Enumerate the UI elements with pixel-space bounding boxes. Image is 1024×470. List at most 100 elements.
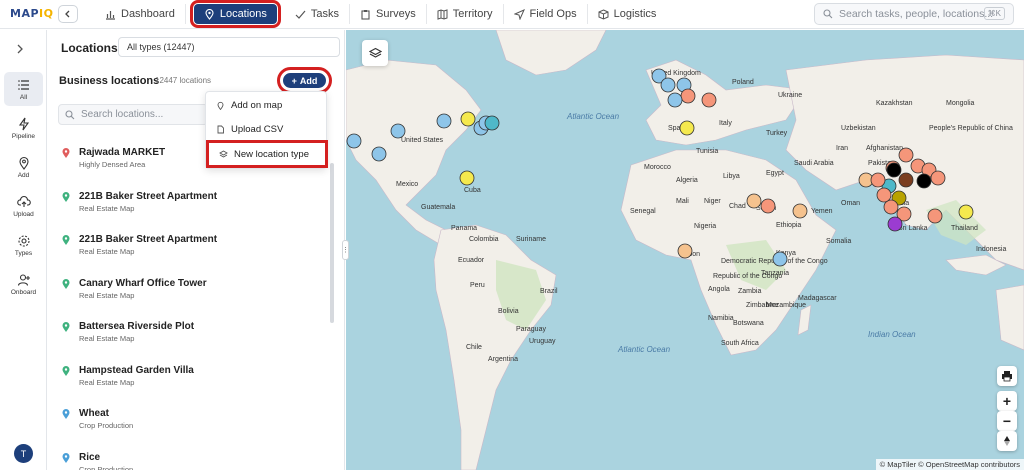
location-list-item[interactable]: 221B Baker Street Apartment Real Estate M… [62,234,312,264]
location-count: 12447 locations [155,76,212,85]
location-list-item[interactable]: Wheat Crop Production [62,408,312,438]
location-marker[interactable] [772,251,788,267]
rail-item-upload[interactable]: Upload [4,189,43,223]
location-marker[interactable] [958,204,974,220]
nav-surveys[interactable]: Surveys [350,4,427,24]
print-button[interactable] [997,366,1017,386]
pin-icon [62,191,70,202]
nav-tasks[interactable]: Tasks [285,4,351,24]
location-type: Real Estate Map [79,290,135,300]
location-marker[interactable] [680,88,696,104]
nav-locations[interactable]: Locations [189,0,281,28]
location-marker[interactable] [930,170,946,186]
type-filter-select[interactable]: All types (12447) [118,37,340,57]
location-list-item[interactable]: Battersea Riverside Plot Real Estate Map [62,321,312,351]
menu-item-label: Add on map [231,99,283,111]
location-marker[interactable] [887,216,903,232]
nav-logistics[interactable]: Logistics [588,4,667,24]
location-marker[interactable] [792,203,808,219]
map-icon [437,8,448,20]
location-marker[interactable] [927,208,943,224]
location-marker[interactable] [677,243,693,259]
location-marker[interactable] [484,115,500,131]
nav-label: Tasks [310,8,340,20]
location-type: Real Estate Map [79,247,135,256]
check-icon [295,10,306,19]
pin-icon [62,148,70,158]
location-marker[interactable] [870,172,886,188]
location-marker[interactable] [898,147,914,163]
zoom-in-button[interactable]: + [997,391,1017,411]
location-search-input[interactable]: Search locations... [58,104,208,125]
location-marker[interactable] [883,199,899,215]
nav-dashboard[interactable]: Dashboard [95,4,186,24]
location-name: Wheat [79,408,109,419]
panel-resize-handle[interactable]: ⋮ [342,240,349,260]
panel-title: Locations [61,41,118,55]
pin-icon [62,322,70,332]
location-list-item[interactable]: Rice Crop Production [62,452,312,470]
rail-item-onboard[interactable]: Onboard [4,267,43,301]
layers-icon [219,149,228,158]
nav-label: Field Ops [529,8,577,20]
location-marker[interactable] [371,146,387,162]
location-marker[interactable] [390,123,406,139]
location-type: Crop Production [79,464,134,470]
location-marker[interactable] [436,113,452,129]
pin-icon [62,278,70,289]
location-list-item[interactable]: 221B Baker Street Apartment Real Estate M… [62,191,312,221]
nav-field-ops[interactable]: Field Ops [504,4,588,24]
location-list-item[interactable]: Canary Wharf Office Tower Real Estate Map [62,278,312,308]
rail-item-all[interactable]: All [4,72,43,106]
location-marker[interactable] [459,170,475,186]
expand-rail-button[interactable] [15,42,24,57]
pin-icon [62,409,70,419]
cloud-upload-icon [16,195,31,207]
location-marker[interactable] [667,92,683,108]
pin-icon [62,452,70,463]
location-marker[interactable] [876,187,892,203]
add-button[interactable]: + Add [277,67,332,94]
rail-label: Add [17,171,30,179]
nav-label: Territory [452,8,493,20]
location-marker[interactable] [460,111,476,127]
nav-label: Logistics [613,8,657,20]
back-button[interactable] [58,5,78,23]
pin-icon [62,365,70,376]
menu-item-new-location-type[interactable]: New location type [206,140,328,168]
rail-item-types[interactable]: Types [4,228,43,262]
location-marker[interactable] [898,172,914,188]
location-type: Crop Production [79,421,134,430]
location-list-item[interactable]: Hampstead Garden Villa Real Estate Map [62,365,312,395]
location-marker[interactable] [760,198,776,214]
rail-label: Onboard [10,288,37,296]
rail-label: Upload [13,210,34,218]
chevron-right-icon [17,44,23,54]
location-marker[interactable] [886,162,902,178]
rail-label: Pipeline [11,132,36,140]
location-marker[interactable] [679,120,695,136]
nav-label: Dashboard [121,8,175,20]
menu-item-add-on-map[interactable]: Add on map [206,94,328,116]
map-attribution[interactable]: © MapTiler © OpenStreetMap contributors [875,459,1024,470]
location-marker[interactable] [701,92,717,108]
app-logo[interactable]: MAPIQ [10,7,53,20]
list-scrollbar[interactable] [330,163,334,323]
map-view[interactable]: Atlantic Ocean Atlantic Ocean Indian Oce… [346,30,1024,470]
global-search-input[interactable]: Search tasks, people, locations... ⌘K [814,3,1014,25]
menu-item-label: Upload CSV [231,123,284,135]
shortcut-badge: ⌘K [983,7,1005,20]
menu-item-upload-csv[interactable]: Upload CSV [206,118,328,140]
chevron-left-icon [65,10,70,18]
location-marker[interactable] [746,193,762,209]
zoom-out-button[interactable]: − [997,411,1017,431]
pin-icon [18,156,29,170]
location-marker[interactable] [346,133,362,149]
nav-territory[interactable]: Territory [427,4,504,24]
location-marker[interactable] [660,77,676,93]
location-marker[interactable] [916,173,932,189]
rail-item-add[interactable]: Add [4,150,43,184]
rail-item-pipeline[interactable]: Pipeline [4,111,43,145]
compass-button[interactable] [997,431,1017,451]
avatar[interactable]: T [14,444,33,463]
